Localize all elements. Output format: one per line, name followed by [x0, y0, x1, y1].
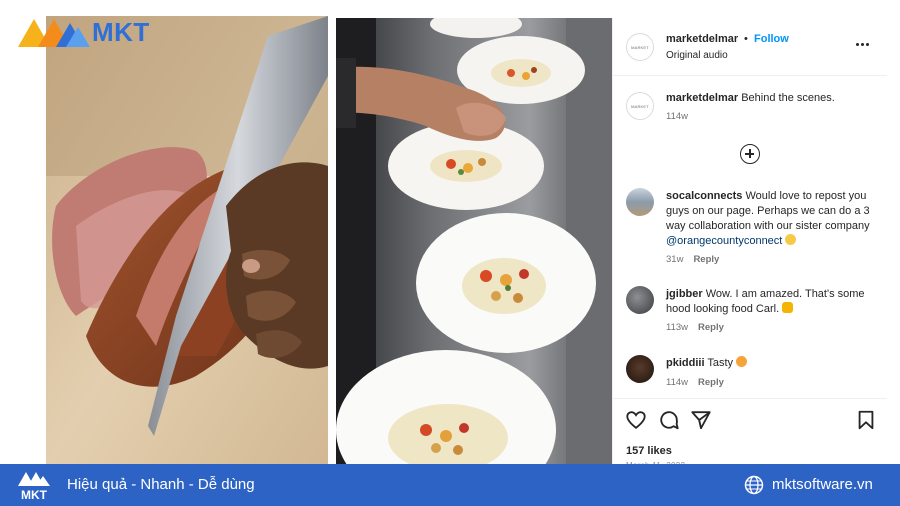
comment-meta: 31w Reply — [666, 254, 719, 265]
mention-link[interactable]: @orangecountyconnect — [666, 235, 782, 247]
steak-photo — [46, 16, 328, 466]
comment-item: pkiddiii Tasty — [666, 356, 878, 371]
mkt-logo-mark-icon — [18, 472, 50, 486]
separator-dot: • — [744, 33, 748, 45]
mkt-logo-mark-icon — [18, 19, 90, 47]
banner-logo: MKT — [14, 468, 54, 502]
share-icon[interactable] — [690, 409, 712, 431]
caption-avatar[interactable]: MARKET — [626, 92, 654, 120]
bottom-banner: MKT Hiệu quả - Nhanh - Dễ dùng mktsoftwa… — [0, 464, 900, 506]
reply-button[interactable]: Reply — [698, 322, 724, 333]
comment-meta: 114w Reply — [666, 377, 724, 388]
more-icon[interactable] — [855, 36, 871, 52]
follow-button[interactable]: Follow — [754, 33, 789, 45]
commenter-avatar[interactable] — [626, 355, 654, 383]
add-comments-icon[interactable] — [740, 144, 760, 164]
likes-count[interactable]: 157 likes — [626, 445, 672, 457]
comment-time: 113w — [666, 322, 689, 333]
caption-username[interactable]: marketdelmar — [666, 92, 738, 104]
comment-username[interactable]: socalconnects — [666, 190, 742, 202]
comment-time: 114w — [666, 377, 689, 388]
post-header: MARKET marketdelmar • Follow Original au… — [613, 18, 887, 76]
post-actions: 157 likes March 11, 2022 — [613, 398, 887, 470]
comment-username[interactable]: pkiddiii — [666, 357, 705, 369]
audio-label[interactable]: Original audio — [666, 50, 728, 61]
clap-emoji-icon — [782, 302, 794, 313]
caption: marketdelmar Behind the scenes. — [666, 91, 878, 106]
comment-time: 31w — [666, 254, 684, 265]
comment-username[interactable]: jgibber — [666, 288, 703, 300]
reply-button[interactable]: Reply — [698, 377, 724, 388]
caption-text: Behind the scenes. — [738, 92, 835, 104]
globe-icon — [744, 475, 764, 495]
commenter-avatar[interactable] — [626, 286, 654, 314]
banner-website[interactable]: mktsoftware.vn — [772, 476, 873, 493]
heart-icon[interactable] — [625, 409, 647, 431]
banner-tagline: Hiệu quả - Nhanh - Dễ dùng — [67, 476, 255, 493]
author-username[interactable]: marketdelmar — [666, 33, 738, 45]
banner-logo-text: MKT — [21, 488, 47, 502]
comment-meta: 113w Reply — [666, 322, 724, 333]
commenter-avatar[interactable] — [626, 188, 654, 216]
yum-emoji-icon — [736, 356, 748, 367]
comment-icon[interactable] — [658, 409, 680, 431]
caption-time: 114w — [666, 111, 689, 122]
smile-emoji-icon — [785, 234, 797, 245]
plates-photo — [336, 18, 612, 466]
mkt-logo: MKT — [16, 14, 150, 50]
comment-text: Tasty — [704, 357, 734, 369]
author-avatar[interactable]: MARKET — [626, 33, 654, 61]
mkt-logo-text: MKT — [92, 16, 150, 47]
comment-item: jgibber Wow. I am amazed. That's some ho… — [666, 287, 878, 317]
comment-item: socalconnects Would love to repost you g… — [666, 189, 878, 249]
post-panel: MARKET marketdelmar • Follow Original au… — [612, 18, 887, 470]
reply-button[interactable]: Reply — [693, 254, 719, 265]
bookmark-icon[interactable] — [855, 409, 877, 431]
